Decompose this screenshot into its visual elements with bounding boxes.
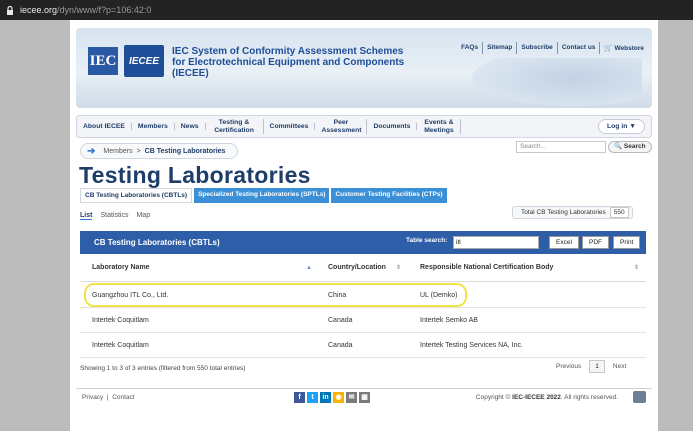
tab-list[interactable]: List xyxy=(80,212,93,220)
iec-logo[interactable]: IEC xyxy=(88,47,118,75)
iecee-logo[interactable]: IECEE xyxy=(124,45,164,77)
view-tabs: List Statistics Map xyxy=(80,212,158,220)
table-search-input[interactable]: itl xyxy=(453,236,539,249)
page-title: Testing Laboratories xyxy=(79,162,311,188)
tab-sptls[interactable]: Specialized Testing Laboratories (SPTLs) xyxy=(194,188,330,203)
nav-about[interactable]: About IECEE xyxy=(77,122,132,131)
table-search-label: Table search: xyxy=(406,237,448,244)
email-icon[interactable]: ✉ xyxy=(346,392,357,403)
nav-committees[interactable]: Committees xyxy=(264,122,316,131)
search-input[interactable]: Search... xyxy=(516,141,606,153)
nav-events-meetings[interactable]: Events & Meetings xyxy=(417,119,462,134)
nav-documents[interactable]: Documents xyxy=(367,122,418,131)
copyright: Copyright © IEC-IECEE 2022. All rights r… xyxy=(475,394,618,401)
linkedin-icon[interactable]: in xyxy=(320,392,331,403)
col-country[interactable]: Country/Location xyxy=(328,264,386,271)
nav-members[interactable]: Members xyxy=(132,122,175,131)
tab-ctps[interactable]: Customer Testing Facilities (CTPs) xyxy=(331,188,447,203)
main-nav: About IECEE Members News Testing & Certi… xyxy=(76,115,652,138)
pdf-button[interactable]: PDF xyxy=(582,236,609,249)
nav-testing-certification[interactable]: Testing & Certification xyxy=(206,119,264,134)
pager-previous[interactable]: Previous xyxy=(556,363,581,370)
table-column-headers: Laboratory Name ▲ Country/Location ⇕ Res… xyxy=(80,254,646,282)
facebook-icon[interactable]: f xyxy=(294,392,305,403)
site-banner: IEC IECEE IEC System of Conformity Asses… xyxy=(76,28,652,108)
social-links: f t in ◉ ✉ ▦ xyxy=(294,392,372,403)
table-header-bar: CB Testing Laboratories (CBTLs) Table se… xyxy=(80,231,646,254)
webstore-link[interactable]: 🛒 Webstore xyxy=(599,42,648,54)
sort-asc-icon[interactable]: ▲ xyxy=(306,265,312,271)
twitter-icon[interactable]: t xyxy=(307,392,318,403)
breadcrumb: ➜ Members > CB Testing Laboratories xyxy=(80,143,239,159)
breadcrumb-separator: > xyxy=(136,147,141,155)
table-title: CB Testing Laboratories (CBTLs) xyxy=(94,238,220,247)
calendar-icon[interactable]: ▦ xyxy=(359,392,370,403)
magnifier-icon: 🔍 xyxy=(614,143,623,150)
table-row[interactable]: Intertek Coquitlam Canada Intertek Testi… xyxy=(80,333,646,358)
total-label: Total CB Testing Laboratories xyxy=(521,209,606,216)
sort-icon[interactable]: ⇕ xyxy=(396,264,401,271)
highlight-annotation xyxy=(84,283,467,307)
tab-map[interactable]: Map xyxy=(136,212,150,220)
lab-type-tabs: CB Testing Laboratories (CBTLs) Speciali… xyxy=(80,188,449,203)
breadcrumb-current: CB Testing Laboratories xyxy=(144,147,226,155)
url-host: iecee.org xyxy=(20,5,58,15)
login-button[interactable]: Log in ▼ xyxy=(598,119,645,134)
browser-address-bar[interactable]: iecee.org/dyn/www/f?p=106:42:0 xyxy=(0,0,693,20)
pagination: Previous 1 Next xyxy=(556,360,626,373)
table-row[interactable]: Intertek Coquitlam Canada Intertek Semko… xyxy=(80,308,646,333)
print-button[interactable]: Print xyxy=(613,236,641,249)
faqs-link[interactable]: FAQs xyxy=(457,42,482,54)
url-path: /dyn/www/f?p=106:42:0 xyxy=(57,5,152,15)
subscribe-link[interactable]: Subscribe xyxy=(516,42,556,54)
banner-title: IEC System of Conformity Assessment Sche… xyxy=(172,46,405,79)
pager-next[interactable]: Next xyxy=(613,363,626,370)
col-certification-body[interactable]: Responsible National Certification Body xyxy=(420,264,553,271)
contact-us-link[interactable]: Contact us xyxy=(556,42,600,54)
back-to-top-icon[interactable] xyxy=(633,391,646,403)
nav-peer-assessment[interactable]: Peer Assessment xyxy=(315,119,368,134)
excel-button[interactable]: Excel xyxy=(549,236,579,249)
tab-statistics[interactable]: Statistics xyxy=(100,212,128,220)
privacy-link[interactable]: Privacy xyxy=(82,394,103,401)
total-badge: 550 xyxy=(609,207,629,218)
cart-icon: 🛒 xyxy=(604,45,613,52)
search-button[interactable]: 🔍 Search xyxy=(608,141,652,153)
globe-graphic xyxy=(472,58,642,106)
contact-link[interactable]: Contact xyxy=(112,394,134,401)
arrow-right-icon: ➜ xyxy=(87,145,96,157)
breadcrumb-bar: ➜ Members > CB Testing Laboratories Sear… xyxy=(76,141,652,161)
sitemap-link[interactable]: Sitemap xyxy=(482,42,516,54)
pager-page[interactable]: 1 xyxy=(589,360,605,373)
lock-icon xyxy=(7,5,13,15)
nav-news[interactable]: News xyxy=(175,122,206,131)
total-count: Total CB Testing Laboratories 550 xyxy=(512,206,633,219)
page: IEC IECEE IEC System of Conformity Asses… xyxy=(70,20,658,431)
top-links: FAQs Sitemap Subscribe Contact us 🛒 Webst… xyxy=(457,42,648,54)
rss-icon[interactable]: ◉ xyxy=(333,392,344,403)
footer-links: Privacy | Contact xyxy=(82,393,135,401)
footer: Privacy | Contact f t in ◉ ✉ ▦ Copyright… xyxy=(76,388,652,405)
sort-icon[interactable]: ⇕ xyxy=(634,264,639,271)
col-laboratory-name[interactable]: Laboratory Name xyxy=(92,264,150,271)
breadcrumb-members[interactable]: Members xyxy=(103,148,132,155)
tab-cbtls[interactable]: CB Testing Laboratories (CBTLs) xyxy=(80,188,193,203)
